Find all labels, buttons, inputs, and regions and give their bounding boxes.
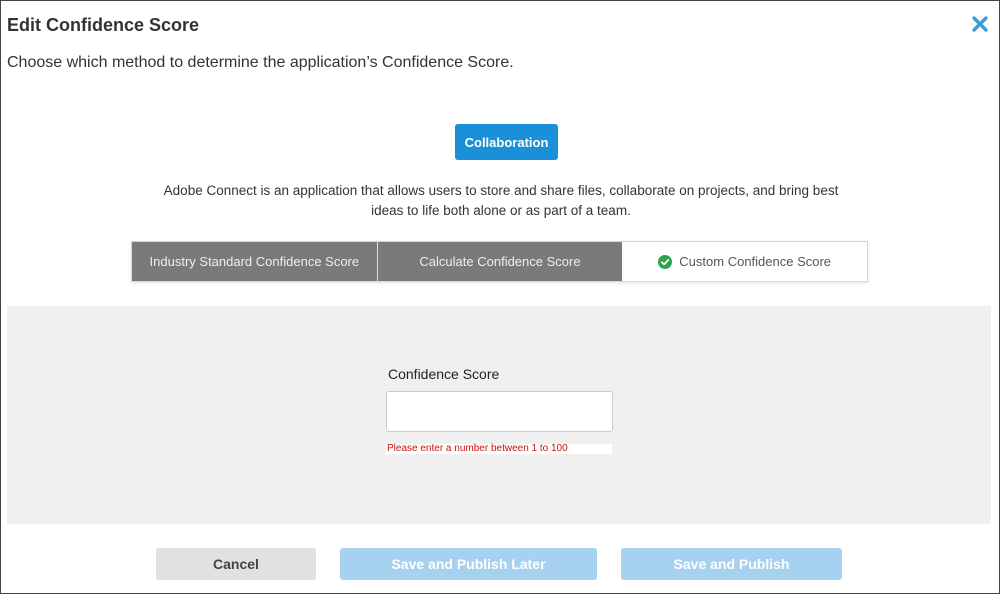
- confidence-score-input[interactable]: [386, 391, 613, 432]
- category-badge: Collaboration: [455, 124, 558, 160]
- edit-confidence-score-dialog: Edit Confidence Score Choose which metho…: [0, 0, 1000, 594]
- tab-label: Industry Standard Confidence Score: [149, 254, 360, 269]
- validation-error: Please enter a number between 1 to 100: [386, 444, 612, 454]
- confidence-score-label: Confidence Score: [388, 366, 500, 382]
- close-button[interactable]: [969, 13, 991, 35]
- dialog-title: Edit Confidence Score: [7, 15, 200, 35]
- save-and-publish-later-button[interactable]: Save and Publish Later: [340, 548, 597, 580]
- dialog-subtitle: Choose which method to determine the app…: [7, 54, 514, 71]
- save-and-publish-button[interactable]: Save and Publish: [621, 548, 842, 580]
- tab-label: Custom Confidence Score: [679, 254, 832, 269]
- tab-label: Calculate Confidence Score: [419, 254, 581, 269]
- tab-calculate[interactable]: Calculate Confidence Score: [376, 242, 623, 281]
- cancel-button[interactable]: Cancel: [156, 548, 316, 580]
- method-selector: Industry Standard Confidence Score Calcu…: [131, 241, 868, 282]
- check-circle-icon: [658, 254, 673, 269]
- application-description: Adobe Connect is an application that all…: [163, 183, 839, 218]
- tab-industry-standard[interactable]: Industry Standard Confidence Score: [132, 242, 377, 281]
- tab-custom[interactable]: Custom Confidence Score: [622, 242, 868, 281]
- close-icon: [972, 16, 988, 32]
